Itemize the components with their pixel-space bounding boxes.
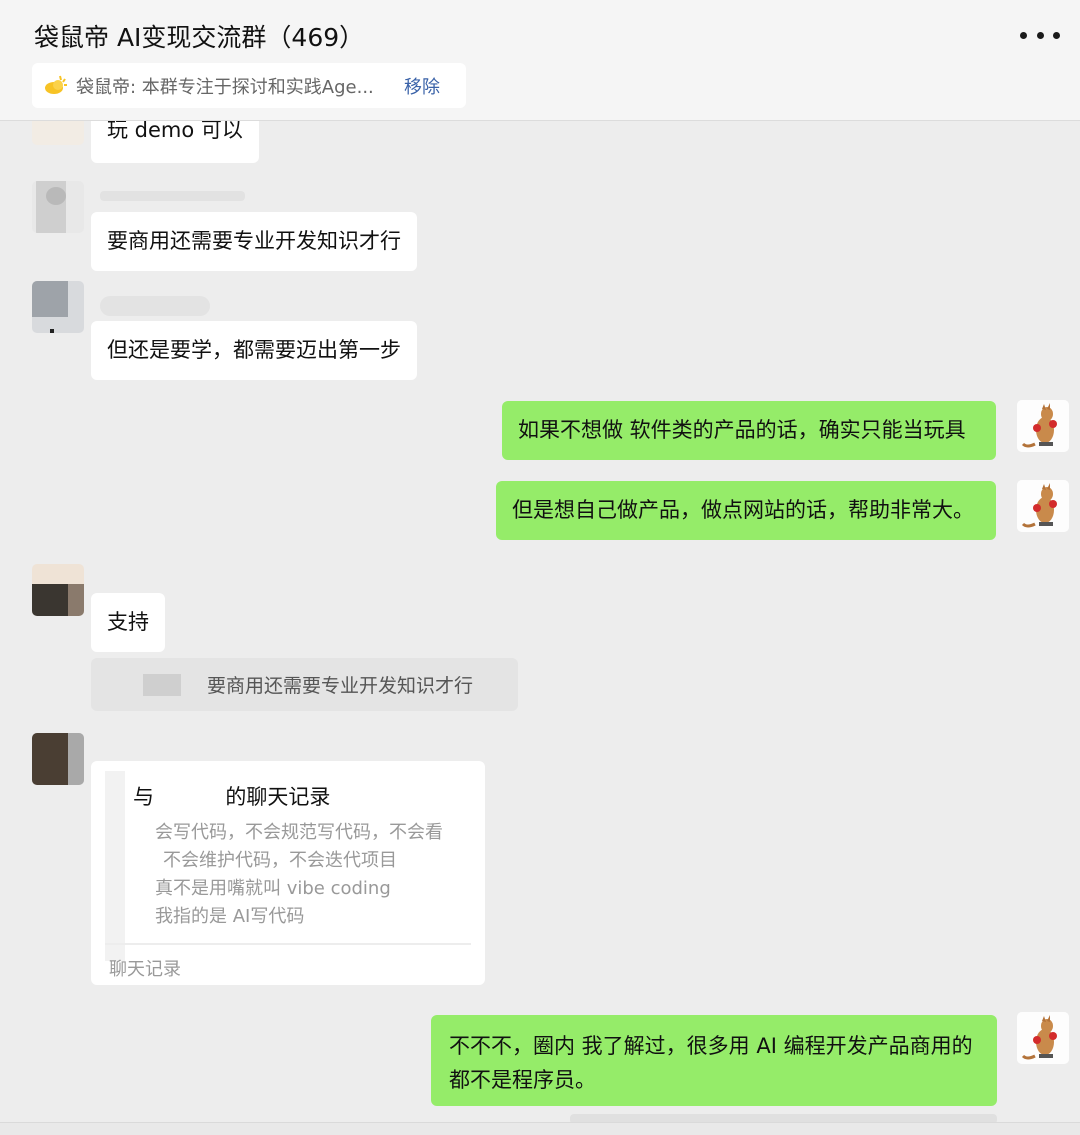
- message-bubble-self[interactable]: 如果不想做 软件类的产品的话，确实只能当玩具: [502, 401, 996, 460]
- chat-record-label: 聊天记录: [109, 959, 181, 980]
- avatar[interactable]: [32, 181, 84, 233]
- message-text: 如果不想做 软件类的产品的话，确实只能当玩具: [518, 418, 966, 442]
- message-list[interactable]: 玩 demo 可以 要商用还需要专业开发知识才行 但还是要学，都需要迈出第一步 …: [0, 121, 1080, 1134]
- message-bubble[interactable]: 玩 demo 可以: [91, 121, 259, 163]
- message-bubble[interactable]: 支持: [91, 593, 165, 652]
- input-bar-edge: [0, 1122, 1080, 1135]
- avatar[interactable]: [32, 733, 84, 785]
- divider: [105, 943, 471, 945]
- kangaroo-boxer-avatar[interactable]: [1017, 1012, 1069, 1064]
- notice-remove-button[interactable]: 移除: [404, 73, 440, 99]
- quoted-text: 要商用还需要专业开发知识才行: [207, 675, 474, 697]
- sender-name: [100, 296, 210, 316]
- message-text: 不不不，圈内 我了解过，很多用 AI 编程开发产品商用的都不是程序员。: [449, 1034, 973, 1092]
- message-bubble-self[interactable]: 但是想自己做产品，做点网站的话，帮助非常大。: [496, 481, 996, 540]
- kangaroo-boxer-avatar[interactable]: [1017, 400, 1069, 452]
- message-text: 但还是要学，都需要迈出第一步: [107, 338, 401, 362]
- notice-text: 袋鼠帝: 本群专注于探讨和实践Age...: [76, 76, 374, 98]
- kangaroo-boxer-avatar[interactable]: [1017, 480, 1069, 532]
- kangaroo-icon: [1017, 400, 1069, 452]
- message-text: 玩 demo 可以: [107, 121, 243, 142]
- kangaroo-icon: [1017, 480, 1069, 532]
- chat-record-preview: 会写代码，不会规范写代码，不会看 不会维护代码，不会迭代项目 真不是用嘴就叫 v…: [155, 822, 443, 927]
- message-bubble[interactable]: 要商用还需要专业开发知识才行: [91, 212, 417, 271]
- group-notice-bar[interactable]: 袋鼠帝: 本群专注于探讨和实践Age... 移除: [32, 63, 466, 108]
- sun-announcement-icon: [45, 75, 67, 94]
- message-bubble-self[interactable]: 不不不，圈内 我了解过，很多用 AI 编程开发产品商用的都不是程序员。: [431, 1015, 997, 1106]
- message-text: 支持: [107, 610, 149, 634]
- message-bubble[interactable]: 但还是要学，都需要迈出第一步: [91, 321, 417, 380]
- kangaroo-icon: [1017, 1012, 1069, 1064]
- chat-title: 袋鼠帝 AI变现交流群（469）: [34, 23, 365, 52]
- chat-header: 袋鼠帝 AI变现交流群（469） 袋鼠帝: 本群专注于探讨和实践Age... 移…: [0, 0, 1080, 121]
- sender-name: [100, 191, 245, 201]
- avatar[interactable]: [32, 121, 84, 145]
- avatar[interactable]: [32, 564, 84, 616]
- message-text: 但是想自己做产品，做点网站的话，帮助非常大。: [512, 498, 974, 522]
- quoted-message[interactable]: 要商用还需要专业开发知识才行: [91, 658, 518, 711]
- chat-record-card[interactable]: 与 的聊天记录 会写代码，不会规范写代码，不会看 不会维护代码，不会迭代项目 真…: [91, 761, 485, 985]
- avatar[interactable]: [32, 281, 84, 333]
- message-text: 要商用还需要专业开发知识才行: [107, 229, 401, 253]
- more-dots-icon[interactable]: [1020, 20, 1060, 50]
- chat-record-title: 与 的聊天记录: [133, 785, 331, 809]
